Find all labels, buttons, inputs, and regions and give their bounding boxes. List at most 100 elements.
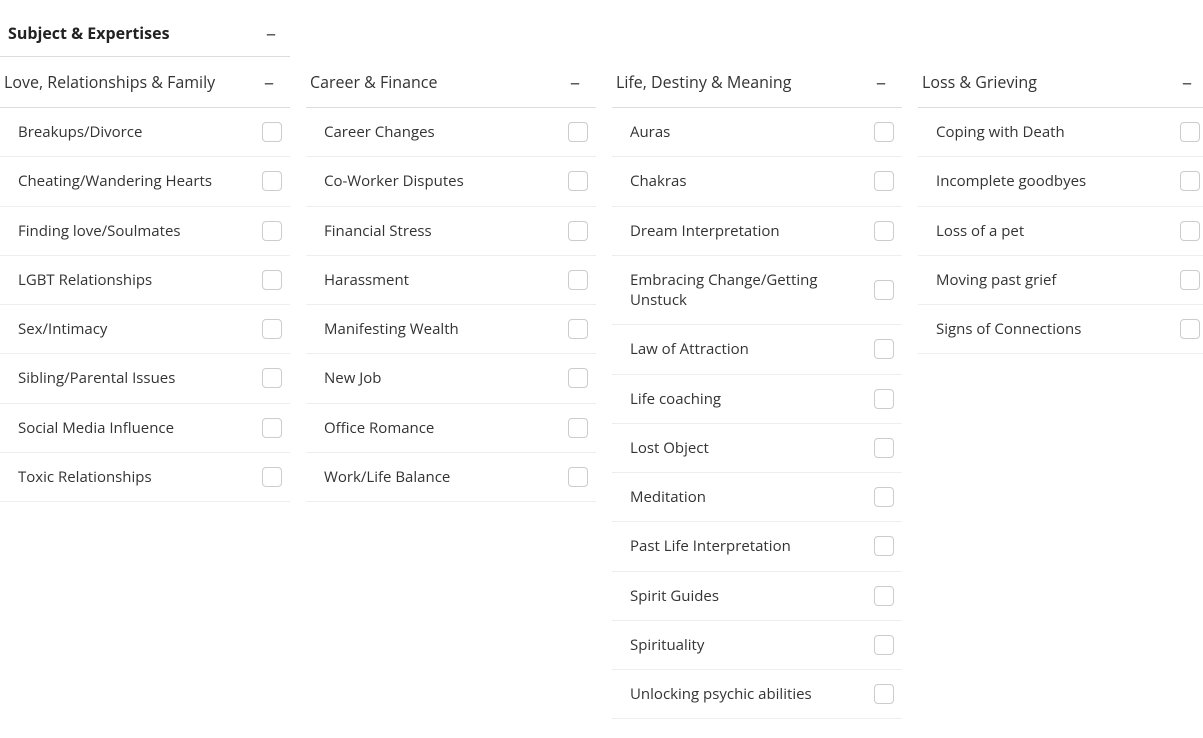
list-item-label: Spirit Guides: [630, 586, 874, 606]
list-item: Financial Stress: [306, 207, 596, 256]
list-item: Work/Life Balance: [306, 453, 596, 502]
category-items: Coping with Death Incomplete goodbyesLoss…: [918, 108, 1203, 354]
category-header[interactable]: Life, Destiny & Meaning –: [612, 57, 902, 108]
list-item: Embracing Change/Getting Unstuck: [612, 256, 902, 326]
checkbox[interactable]: [262, 270, 282, 290]
checkbox[interactable]: [874, 438, 894, 458]
list-item-label: Coping with Death: [936, 122, 1180, 142]
list-item-label: New Job: [324, 368, 568, 388]
list-item: Life coaching: [612, 375, 902, 424]
list-item-label: Dream Interpretation: [630, 221, 874, 241]
category-title: Loss & Grieving: [922, 71, 1037, 93]
list-item: Office Romance: [306, 404, 596, 453]
list-item: Coping with Death: [918, 108, 1203, 157]
list-item-label: Harassment: [324, 270, 568, 290]
checkbox[interactable]: [874, 122, 894, 142]
checkbox[interactable]: [1180, 270, 1200, 290]
category-items: Career ChangesCo-Worker DisputesFinancia…: [306, 108, 596, 502]
category-column: Love, Relationships & Family–Breakups/Di…: [0, 57, 290, 502]
list-item: Social Media Influence: [0, 404, 290, 453]
category-column: Career & Finance – Career ChangesCo-Worker…: [306, 57, 596, 502]
checkbox[interactable]: [1180, 171, 1200, 191]
list-item-label: Moving past grief: [936, 270, 1180, 290]
list-item-label: Toxic Relationships: [18, 467, 262, 487]
list-item-label: Work/Life Balance: [324, 467, 568, 487]
checkbox[interactable]: [262, 171, 282, 191]
checkbox[interactable]: [262, 467, 282, 487]
checkbox[interactable]: [568, 467, 588, 487]
checkbox[interactable]: [1180, 122, 1200, 142]
list-item-label: Law of Attraction: [630, 339, 874, 359]
list-item: New Job: [306, 354, 596, 403]
checkbox[interactable]: [262, 221, 282, 241]
collapse-icon[interactable]: –: [258, 72, 280, 92]
checkbox[interactable]: [568, 418, 588, 438]
collapse-icon[interactable]: –: [564, 72, 586, 92]
checkbox[interactable]: [262, 368, 282, 388]
list-item-label: Career Changes: [324, 122, 568, 142]
category-header[interactable]: Career & Finance –: [306, 57, 596, 108]
checkbox[interactable]: [568, 270, 588, 290]
list-item-label: Financial Stress: [324, 221, 568, 241]
list-item-label: Manifesting Wealth: [324, 319, 568, 339]
list-item-label: Chakras: [630, 171, 874, 191]
list-item-label: Unlocking psychic abilities: [630, 684, 874, 704]
list-item: Signs of Connections: [918, 305, 1203, 354]
checkbox[interactable]: [568, 171, 588, 191]
checkbox[interactable]: [874, 684, 894, 704]
checkbox[interactable]: [874, 280, 894, 300]
list-item-label: Lost Object: [630, 438, 874, 458]
checkbox[interactable]: [874, 487, 894, 507]
list-item-label: Breakups/Divorce: [18, 122, 262, 142]
list-item-label: Cheating/Wandering Hearts: [18, 171, 262, 191]
list-item: Law of Attraction: [612, 325, 902, 374]
list-item-label: Signs of Connections: [936, 319, 1180, 339]
list-item: Incomplete goodbyes: [918, 157, 1203, 206]
collapse-icon[interactable]: –: [870, 72, 892, 92]
category-column: Life, Destiny & Meaning – Auras Chakras Drea…: [612, 57, 902, 719]
list-item: Manifesting Wealth: [306, 305, 596, 354]
category-title: Life, Destiny & Meaning: [616, 71, 791, 93]
list-item-label: Meditation: [630, 487, 874, 507]
category-column: Loss & Grieving – Coping with Death Incompl…: [918, 57, 1203, 354]
list-item: Spirit Guides: [612, 572, 902, 621]
category-header[interactable]: Love, Relationships & Family–: [0, 57, 290, 108]
checkbox[interactable]: [874, 221, 894, 241]
list-item: Loss of a pet: [918, 207, 1203, 256]
list-item: Career Changes: [306, 108, 596, 157]
category-items: Breakups/Divorce Cheating/Wandering Heart…: [0, 108, 290, 502]
checkbox[interactable]: [568, 221, 588, 241]
checkbox[interactable]: [1180, 319, 1200, 339]
list-item-label: Finding love/Soulmates: [18, 221, 262, 241]
list-item-label: Life coaching: [630, 389, 874, 409]
checkbox[interactable]: [262, 122, 282, 142]
checkbox[interactable]: [568, 319, 588, 339]
main-header-row[interactable]: Subject & Expertises –: [0, 10, 290, 57]
list-item: Breakups/Divorce: [0, 108, 290, 157]
checkbox[interactable]: [874, 339, 894, 359]
list-item-label: Social Media Influence: [18, 418, 262, 438]
checkbox[interactable]: [874, 635, 894, 655]
list-item-label: Past Life Interpretation: [630, 536, 874, 556]
list-item: Past Life Interpretation: [612, 522, 902, 571]
checkbox[interactable]: [874, 171, 894, 191]
list-item-label: LGBT Relationships: [18, 270, 262, 290]
list-item: Lost Object: [612, 424, 902, 473]
checkbox[interactable]: [568, 368, 588, 388]
collapse-icon[interactable]: –: [1176, 72, 1198, 92]
checkbox[interactable]: [262, 418, 282, 438]
checkbox[interactable]: [568, 122, 588, 142]
checkbox[interactable]: [1180, 221, 1200, 241]
list-item-label: Sex/Intimacy: [18, 319, 262, 339]
category-header[interactable]: Loss & Grieving –: [918, 57, 1203, 108]
list-item: Harassment: [306, 256, 596, 305]
checkbox[interactable]: [874, 586, 894, 606]
checkbox[interactable]: [262, 319, 282, 339]
checkbox[interactable]: [874, 389, 894, 409]
list-item: Auras: [612, 108, 902, 157]
category-items: Auras Chakras Dream Interpretation Embracin…: [612, 108, 902, 719]
category-title: Career & Finance: [310, 71, 437, 93]
collapse-icon[interactable]: –: [260, 23, 282, 43]
checkbox[interactable]: [874, 536, 894, 556]
list-item-label: Sibling/Parental Issues: [18, 368, 262, 388]
